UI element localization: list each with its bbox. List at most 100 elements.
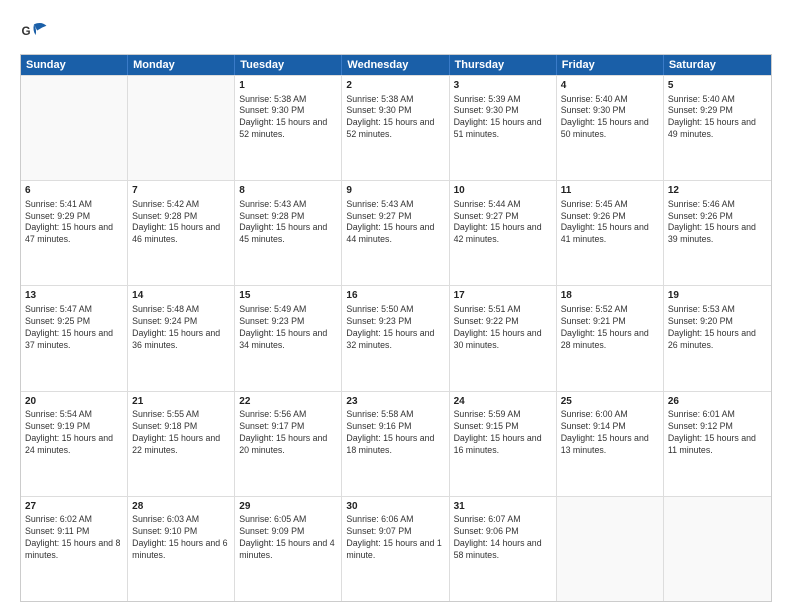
day-cell-13: 13Sunrise: 5:47 AM Sunset: 9:25 PM Dayli… xyxy=(21,286,128,390)
day-cell-28: 28Sunrise: 6:03 AM Sunset: 9:10 PM Dayli… xyxy=(128,497,235,601)
day-number: 29 xyxy=(239,500,337,514)
day-cell-31: 31Sunrise: 6:07 AM Sunset: 9:06 PM Dayli… xyxy=(450,497,557,601)
day-number: 11 xyxy=(561,184,659,198)
day-number: 1 xyxy=(239,79,337,93)
logo-icon: G xyxy=(20,18,48,46)
day-cell-16: 16Sunrise: 5:50 AM Sunset: 9:23 PM Dayli… xyxy=(342,286,449,390)
header-day-tuesday: Tuesday xyxy=(235,55,342,75)
day-cell-27: 27Sunrise: 6:02 AM Sunset: 9:11 PM Dayli… xyxy=(21,497,128,601)
day-cell-21: 21Sunrise: 5:55 AM Sunset: 9:18 PM Dayli… xyxy=(128,392,235,496)
day-info: Sunrise: 5:41 AM Sunset: 9:29 PM Dayligh… xyxy=(25,199,123,247)
day-cell-5: 5Sunrise: 5:40 AM Sunset: 9:29 PM Daylig… xyxy=(664,76,771,180)
day-number: 3 xyxy=(454,79,552,93)
day-number: 26 xyxy=(668,395,767,409)
day-number: 21 xyxy=(132,395,230,409)
day-cell-23: 23Sunrise: 5:58 AM Sunset: 9:16 PM Dayli… xyxy=(342,392,449,496)
calendar: SundayMondayTuesdayWednesdayThursdayFrid… xyxy=(20,54,772,602)
day-info: Sunrise: 5:44 AM Sunset: 9:27 PM Dayligh… xyxy=(454,199,552,247)
calendar-body: 1 Sunrise: 5:38 AM Sunset: 9:30 PM Daylig… xyxy=(21,75,771,601)
day-info: Sunrise: 5:43 AM Sunset: 9:28 PM Dayligh… xyxy=(239,199,337,247)
day-cell-14: 14Sunrise: 5:48 AM Sunset: 9:24 PM Dayli… xyxy=(128,286,235,390)
day-cell-8: 8Sunrise: 5:43 AM Sunset: 9:28 PM Daylig… xyxy=(235,181,342,285)
day-info: Sunrise: 5:51 AM Sunset: 9:22 PM Dayligh… xyxy=(454,304,552,352)
day-number: 12 xyxy=(668,184,767,198)
header: G xyxy=(20,18,772,46)
day-number: 30 xyxy=(346,500,444,514)
day-number: 22 xyxy=(239,395,337,409)
day-info: Sunrise: 6:02 AM Sunset: 9:11 PM Dayligh… xyxy=(25,514,123,562)
day-info: Sunrise: 5:50 AM Sunset: 9:23 PM Dayligh… xyxy=(346,304,444,352)
day-info: Sunrise: 5:58 AM Sunset: 9:16 PM Dayligh… xyxy=(346,409,444,457)
svg-text:G: G xyxy=(22,25,31,38)
day-cell-2: 2Sunrise: 5:38 AM Sunset: 9:30 PM Daylig… xyxy=(342,76,449,180)
day-number: 23 xyxy=(346,395,444,409)
day-number: 14 xyxy=(132,289,230,303)
day-cell-11: 11Sunrise: 5:45 AM Sunset: 9:26 PM Dayli… xyxy=(557,181,664,285)
day-cell-10: 10Sunrise: 5:44 AM Sunset: 9:27 PM Dayli… xyxy=(450,181,557,285)
day-cell-24: 24Sunrise: 5:59 AM Sunset: 9:15 PM Dayli… xyxy=(450,392,557,496)
empty-cell xyxy=(128,76,235,180)
day-cell-29: 29Sunrise: 6:05 AM Sunset: 9:09 PM Dayli… xyxy=(235,497,342,601)
header-day-thursday: Thursday xyxy=(450,55,557,75)
day-cell-12: 12Sunrise: 5:46 AM Sunset: 9:26 PM Dayli… xyxy=(664,181,771,285)
day-number: 20 xyxy=(25,395,123,409)
day-cell-30: 30Sunrise: 6:06 AM Sunset: 9:07 PM Dayli… xyxy=(342,497,449,601)
day-number: 4 xyxy=(561,79,659,93)
day-cell-18: 18Sunrise: 5:52 AM Sunset: 9:21 PM Dayli… xyxy=(557,286,664,390)
day-info: Sunrise: 5:40 AM Sunset: 9:30 PM Dayligh… xyxy=(561,94,659,142)
day-number: 2 xyxy=(346,79,444,93)
day-info: Sunrise: 5:59 AM Sunset: 9:15 PM Dayligh… xyxy=(454,409,552,457)
day-info: Sunrise: 6:06 AM Sunset: 9:07 PM Dayligh… xyxy=(346,514,444,562)
day-cell-26: 26Sunrise: 6:01 AM Sunset: 9:12 PM Dayli… xyxy=(664,392,771,496)
day-number: 28 xyxy=(132,500,230,514)
day-number: 19 xyxy=(668,289,767,303)
calendar-row-1: 1 Sunrise: 5:38 AM Sunset: 9:30 PM Daylig… xyxy=(21,75,771,180)
day-info: Sunrise: 5:43 AM Sunset: 9:27 PM Dayligh… xyxy=(346,199,444,247)
page: G SundayMondayTuesdayWednesdayThursdayFr… xyxy=(0,0,792,612)
day-info: Sunrise: 5:42 AM Sunset: 9:28 PM Dayligh… xyxy=(132,199,230,247)
day-info: Sunrise: 5:38 AM Sunset: 9:30 PM Dayligh… xyxy=(346,94,444,142)
day-info: Sunrise: 6:03 AM Sunset: 9:10 PM Dayligh… xyxy=(132,514,230,562)
day-info: Sunrise: 5:39 AM Sunset: 9:30 PM Dayligh… xyxy=(454,94,552,142)
day-info: Sunrise: 5:55 AM Sunset: 9:18 PM Dayligh… xyxy=(132,409,230,457)
day-number: 18 xyxy=(561,289,659,303)
day-number: 17 xyxy=(454,289,552,303)
calendar-row-4: 20Sunrise: 5:54 AM Sunset: 9:19 PM Dayli… xyxy=(21,391,771,496)
day-number: 27 xyxy=(25,500,123,514)
day-number: 15 xyxy=(239,289,337,303)
day-cell-19: 19Sunrise: 5:53 AM Sunset: 9:20 PM Dayli… xyxy=(664,286,771,390)
day-info: Sunrise: 6:00 AM Sunset: 9:14 PM Dayligh… xyxy=(561,409,659,457)
day-number: 25 xyxy=(561,395,659,409)
day-info: Sunrise: 5:40 AM Sunset: 9:29 PM Dayligh… xyxy=(668,94,767,142)
day-cell-25: 25Sunrise: 6:00 AM Sunset: 9:14 PM Dayli… xyxy=(557,392,664,496)
day-info: Sunrise: 5:54 AM Sunset: 9:19 PM Dayligh… xyxy=(25,409,123,457)
calendar-row-2: 6Sunrise: 5:41 AM Sunset: 9:29 PM Daylig… xyxy=(21,180,771,285)
day-info: Sunrise: 5:53 AM Sunset: 9:20 PM Dayligh… xyxy=(668,304,767,352)
day-number: 10 xyxy=(454,184,552,198)
day-cell-9: 9Sunrise: 5:43 AM Sunset: 9:27 PM Daylig… xyxy=(342,181,449,285)
day-number: 5 xyxy=(668,79,767,93)
header-day-sunday: Sunday xyxy=(21,55,128,75)
header-day-monday: Monday xyxy=(128,55,235,75)
empty-cell xyxy=(664,497,771,601)
empty-cell xyxy=(557,497,664,601)
header-day-friday: Friday xyxy=(557,55,664,75)
day-number: 9 xyxy=(346,184,444,198)
day-cell-7: 7Sunrise: 5:42 AM Sunset: 9:28 PM Daylig… xyxy=(128,181,235,285)
day-info: Sunrise: 6:01 AM Sunset: 9:12 PM Dayligh… xyxy=(668,409,767,457)
logo: G xyxy=(20,18,52,46)
day-cell-17: 17Sunrise: 5:51 AM Sunset: 9:22 PM Dayli… xyxy=(450,286,557,390)
day-number: 7 xyxy=(132,184,230,198)
day-cell-6: 6Sunrise: 5:41 AM Sunset: 9:29 PM Daylig… xyxy=(21,181,128,285)
calendar-header: SundayMondayTuesdayWednesdayThursdayFrid… xyxy=(21,55,771,75)
day-number: 16 xyxy=(346,289,444,303)
day-number: 13 xyxy=(25,289,123,303)
day-info: Sunrise: 5:52 AM Sunset: 9:21 PM Dayligh… xyxy=(561,304,659,352)
day-info: Sunrise: 5:48 AM Sunset: 9:24 PM Dayligh… xyxy=(132,304,230,352)
day-cell-4: 4Sunrise: 5:40 AM Sunset: 9:30 PM Daylig… xyxy=(557,76,664,180)
day-number: 24 xyxy=(454,395,552,409)
day-number: 6 xyxy=(25,184,123,198)
day-info: Sunrise: 5:56 AM Sunset: 9:17 PM Dayligh… xyxy=(239,409,337,457)
day-info: Sunrise: 6:07 AM Sunset: 9:06 PM Dayligh… xyxy=(454,514,552,562)
header-day-saturday: Saturday xyxy=(664,55,771,75)
